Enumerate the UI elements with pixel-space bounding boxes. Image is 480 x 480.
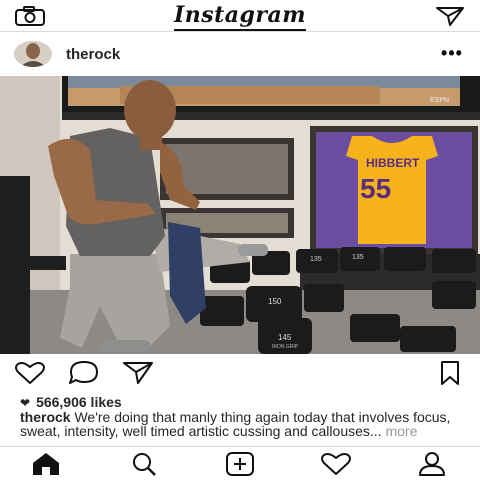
likes-count[interactable]: ❤ 566,906 likes [20, 394, 122, 410]
caption-more-link[interactable]: more [385, 423, 417, 439]
comment-icon[interactable] [66, 360, 102, 386]
jersey-name: HIBBERT [366, 156, 420, 170]
dumbbell-weight-4: 135 [352, 254, 364, 261]
post-username[interactable]: therock [66, 46, 120, 63]
share-icon[interactable] [120, 360, 156, 386]
add-post-icon[interactable] [222, 451, 258, 477]
dumbbell-weight-1: 145 [278, 333, 292, 342]
bottom-nav [0, 446, 480, 480]
likes-heart-icon: ❤ [20, 396, 31, 410]
avatar[interactable] [14, 41, 52, 67]
instagram-logo: Instagram [173, 2, 307, 28]
more-dots-icon[interactable]: ••• [440, 42, 464, 64]
home-icon[interactable] [28, 451, 64, 477]
paper-plane-icon[interactable] [434, 5, 466, 27]
likes-count-text[interactable]: 566,906 likes [36, 394, 122, 410]
profile-icon[interactable] [414, 451, 450, 477]
logo-underline [174, 29, 306, 31]
tv-logo: ESPN [430, 97, 449, 104]
post-caption: therock We're doing that manly thing aga… [20, 410, 470, 438]
activity-heart-icon[interactable] [318, 451, 354, 477]
dumbbell-weight-3: 135 [310, 256, 322, 263]
search-icon[interactable] [126, 451, 162, 477]
post-photo[interactable]: ESPN HIBBERT 55 145 IRON GRIP 150 135 13… [0, 76, 480, 354]
bookmark-icon[interactable] [432, 360, 468, 386]
post-actions [0, 356, 480, 390]
dumbbell-brand: IRON GRIP [272, 344, 299, 350]
post-header: therock ••• [0, 32, 480, 76]
dumbbell-weight-2: 150 [268, 297, 282, 306]
heart-icon[interactable] [12, 360, 48, 386]
top-bar: Instagram [0, 0, 480, 32]
jersey-number: 55 [360, 173, 391, 204]
